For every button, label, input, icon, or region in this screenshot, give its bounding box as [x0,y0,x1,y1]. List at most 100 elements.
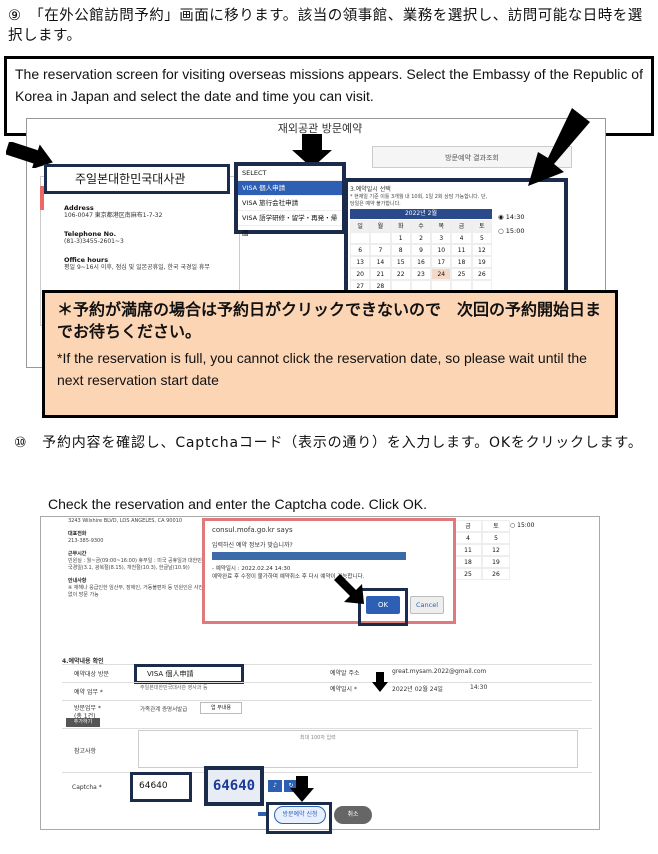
consulate-info: 3243 Wilshire BLVD, LOS ANGELES, CA 9001… [68,518,218,599]
time-option[interactable]: ○ 15:00 [510,522,534,529]
visa-type-highlight: VISA 個人申請 [134,664,244,684]
step9-instruction-jp: ⑨ 「在外公館訪問予約」画面に移ります。該当の領事館、業務を選択し、訪問可能な日… [8,8,643,44]
calendar-grid[interactable]: 일 월 화 수 목 금 토 1 2 3 4 5 6 7 8 9 10 11 12 13 14 15 16 17 18 19 20 21… [350,220,492,292]
calendar-weekday: 일 [350,220,371,232]
calendar-day[interactable]: 17 [431,256,452,268]
calendar-day[interactable]: 12 [471,244,492,256]
warning-jp: ＊予約が満席の場合は予約日がクリックできないので 次回の予約開始日までお待ちくだ… [57,300,602,341]
time-options[interactable]: ◉ 14:30 ○ 15:00 [498,210,524,238]
calendar-title: 3.예약일시 선택 [350,186,391,193]
email-label: 예약알 주소 [330,670,360,677]
doc-label: 가족관계 증명서발급 [140,707,188,713]
field-label: 예약대상 방문 [74,671,110,678]
calendar-day[interactable]: 2 [410,232,432,244]
guide-label: 안내사항 [68,578,87,584]
calendar-day[interactable]: 8 [390,244,411,256]
cancel-button[interactable]: Cancel [410,596,444,614]
calendar-day[interactable]: 10 [431,244,452,256]
calendar-day[interactable]: 6 [350,244,371,256]
audio-icon[interactable]: ♪ [268,780,282,792]
phone-label: Telephone No. [64,230,117,238]
add-button[interactable]: 추가하기 [66,718,100,727]
hours-label: Office hours [64,256,109,264]
calendar-day: 5 [482,532,510,544]
email-value: great.mysam.2022@gmail.com [392,668,487,675]
calendar-day: 금 [454,520,482,532]
guide-value: ※ 재해나 응급인한 임산부, 장애인, 거동불편자 등 민원인은 사전 예약 … [68,585,214,598]
calendar-note: * 현재일 기준 이틀 3개월 내 10회, 1일 2회 상담 가능합니다. 단… [350,194,488,207]
hours-value: 민원실 : 월~금(09:00~16:00) 휴무일 : 미국 공휴일과 대한민… [68,558,216,571]
calendar-day[interactable]: 16 [410,256,432,268]
service-dropdown[interactable]: SELECT VISA 個人申請 VISA 旅行会社申請 VISA 語学研修・留… [234,162,346,237]
dialog-line: - 예약일시 : 2022.02.24 14:30 [212,566,291,572]
submit-reservation-button[interactable]: 방문예약 신청 [274,806,326,824]
upload-button[interactable]: 업 무내용 [200,702,242,714]
calendar-day: 11 [454,544,482,556]
address-value: 3243 Wilshire BLVD, LOS ANGELES, CA 9001… [68,518,183,524]
calendar-day[interactable]: 23 [410,268,432,280]
address-value: 106-0047 東京都港区南麻布1-7-32 [64,212,163,219]
notes-label: 참고사항 [74,748,97,755]
captcha-image: 64640 [204,766,264,806]
field-label: 예약 업무 * [74,689,103,696]
captcha-label: Captcha * [72,784,102,791]
calendar-weekday: 토 [471,220,492,232]
full-reservation-warning: ＊予約が満席の場合は予約日がクリックできないので 次回の予約開始日までお待ちくだ… [42,290,618,418]
calendar-day[interactable]: 22 [390,268,411,280]
calendar-weekday: 월 [370,220,391,232]
arrow-down-icon [372,672,388,692]
time-value: 14:30 [470,684,488,691]
calendar-weekday: 수 [410,220,432,232]
calendar-day[interactable]: 1 [390,232,411,244]
date-value: 2022년 02월 24일 [392,686,443,693]
captcha-input[interactable]: 64640 [130,772,192,802]
dropdown-option[interactable]: SELECT [238,166,342,181]
calendar-day[interactable]: 5 [471,232,492,244]
calendar-day[interactable]: 24 [431,268,452,280]
ok-button[interactable]: OK [366,596,400,614]
dropdown-option-selected[interactable]: VISA 個人申請 [238,181,342,196]
time-option[interactable]: ◉ 14:30 [498,210,524,224]
calendar-day[interactable]: 19 [471,256,492,268]
calendar-day[interactable]: 20 [350,268,371,280]
calendar-day[interactable]: 18 [451,256,472,268]
calendar-day: 25 [454,568,482,580]
arrow-diagonal-icon [528,108,590,186]
embassy-info: Address 106-0047 東京都港区南麻布1-7-32 Telephon… [64,200,234,272]
calendar-day[interactable]: 26 [471,268,492,280]
step10-instruction-en: Check the reservation and enter the Capt… [48,496,427,512]
calendar-weekday: 금 [451,220,472,232]
calendar-day[interactable]: 14 [370,256,391,268]
dialog-line: 예약완료 후 수정이 불가하며 예약취소 후 다시 예약이 가능합니다. [212,574,365,580]
dropdown-option[interactable]: VISA 旅行会社申請 [238,196,342,211]
dialog-progress-bar [212,552,406,560]
calendar-day: 12 [482,544,510,556]
calendar-day[interactable]: 4 [451,232,472,244]
embassy-select-highlight[interactable]: 주일본대한민국대사관 [44,164,230,194]
calendar-day[interactable]: 13 [350,256,371,268]
time-option[interactable]: ○ 15:00 [498,224,524,238]
arrow-down-icon [290,776,314,802]
calendar-day: 토 [482,520,510,532]
calendar-fragment: 금 토 4 5 11 12 18 19 25 26 [454,520,510,580]
phone-label: 대표전화 [68,531,87,537]
arrow-diagonal-icon [334,574,364,604]
phone-value: (81-3)3455-2601~3 [64,238,124,245]
notes-textarea[interactable] [138,730,578,768]
cancel-reservation-button[interactable]: 취소 [334,806,372,824]
calendar-day[interactable]: 3 [431,232,452,244]
calendar-day[interactable]: 9 [410,244,432,256]
calendar-day[interactable]: 15 [390,256,411,268]
hours-value: 평일 9~16시 이후, 점심 및 일본공휴일, 한국 국경일 휴무 [64,264,210,271]
dropdown-option[interactable]: VISA 語学研修・留学・再発・帰国 [238,211,342,237]
calendar-day [350,232,371,244]
calendar-day[interactable]: 21 [370,268,391,280]
calendar-day[interactable]: 11 [451,244,472,256]
dialog-question: 입력하신 예약 정보가 맞습니까? [212,542,293,549]
dialog-host: consul.mofa.go.kr says [212,526,293,534]
calendar-day [370,232,391,244]
calendar-day[interactable]: 25 [451,268,472,280]
calendar-weekday: 화 [390,220,411,232]
calendar-day: 18 [454,556,482,568]
calendar-day[interactable]: 7 [370,244,391,256]
